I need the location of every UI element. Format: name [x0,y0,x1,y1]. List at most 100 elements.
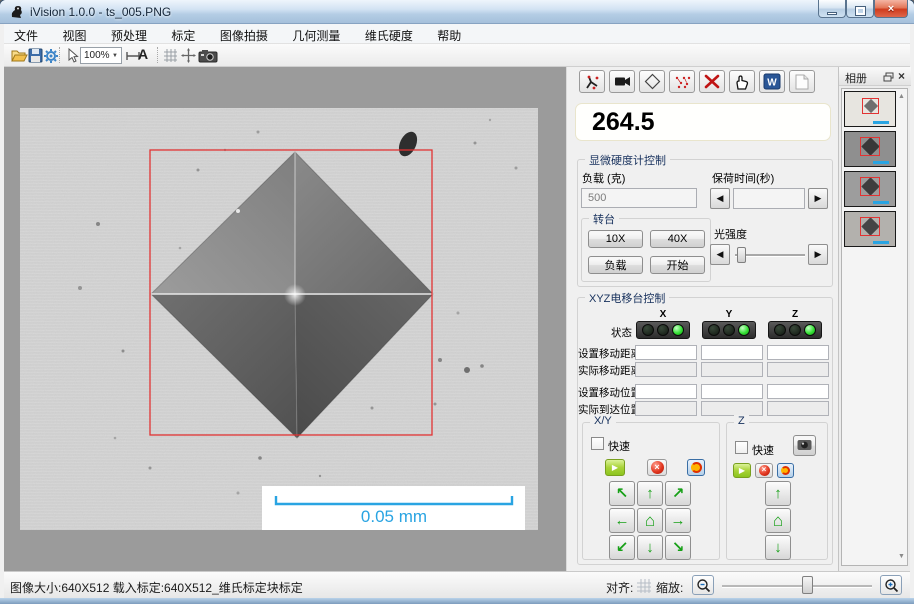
app-window: iVision 1.0.0 - ts_005.PNG × 文件 视图 预处理 标… [0,0,914,604]
settings-gear-icon[interactable] [42,47,60,64]
xy-move-right-button[interactable]: → [665,508,691,533]
word-doc-icon: W [763,73,781,90]
light-slider-handle[interactable] [737,247,746,263]
points-detect-button[interactable] [669,70,695,93]
z-stop-button[interactable]: × [755,463,773,478]
z-run-button[interactable]: ▶ [733,463,751,478]
set-position-z-field[interactable] [767,384,829,399]
menu-image-capture[interactable]: 图像拍摄 [210,24,278,44]
grid-toggle-icon[interactable] [161,47,179,64]
close-button[interactable]: × [874,0,908,18]
album-title: 相册 [845,70,867,86]
hold-time-increase-button[interactable]: ▶ [808,188,828,209]
menu-geometry-measure[interactable]: 几何测量 [282,24,350,44]
xy-stop-button[interactable]: × [647,459,667,476]
load-button[interactable]: 负载 [588,256,643,274]
menu-help[interactable]: 帮助 [427,24,471,44]
turret-group-title: 转台 [589,211,619,227]
scroll-up-icon[interactable]: ▲ [898,93,905,100]
export-report-button[interactable]: W [759,70,785,93]
focus-camera-icon [797,438,812,451]
crosshair-icon[interactable] [179,47,197,64]
canvas-zoom-slider-handle[interactable] [802,576,813,594]
z-move-down-button[interactable]: ↓ [765,535,791,560]
auto-measure-button[interactable] [579,70,605,93]
camera-capture-button[interactable] [609,70,635,93]
lamp-off [774,324,786,336]
text-tool-icon[interactable]: A [138,46,148,62]
objective-10x-button[interactable]: 10X [588,230,643,248]
zoom-in-button[interactable] [880,575,902,595]
album-thumbnail[interactable] [844,171,896,207]
y-axis-status-light [702,321,756,339]
menu-calibration[interactable]: 标定 [161,24,205,44]
magnifier-minus-icon [696,578,711,593]
xy-reset-button[interactable] [687,459,705,476]
turret-group: 转台 10X 40X 负载 开始 [581,218,711,282]
hold-time-input[interactable] [733,188,805,209]
xy-move-up-left-button[interactable]: ↖ [609,481,635,506]
close-icon: × [875,1,907,17]
minimize-button[interactable] [818,0,846,18]
album-thumbnail[interactable] [844,131,896,167]
right-triangle-icon: ▶ [815,249,822,259]
light-decrease-button[interactable]: ◀ [710,244,730,265]
z-move-up-button[interactable]: ↑ [765,481,791,506]
z-focus-camera-button[interactable] [793,435,816,456]
set-distance-z-field[interactable] [767,345,829,360]
canvas-zoom-slider-track[interactable] [722,585,872,588]
menu-file[interactable]: 文件 [4,24,48,44]
maximize-icon [856,7,865,15]
z-home-button[interactable]: ⌂ [765,508,791,533]
menu-view[interactable]: 视图 [52,24,96,44]
hand-icon [734,74,750,90]
album-close-icon[interactable]: × [898,69,905,83]
float-panel-icon[interactable] [883,72,894,82]
delete-measure-button[interactable] [699,70,725,93]
z-reset-button[interactable] [777,463,794,478]
hold-time-decrease-button[interactable]: ◀ [710,188,730,209]
zoom-out-button[interactable] [692,575,714,595]
cursor-tool-icon[interactable] [63,47,81,64]
album-panel: 相册 × ▲ ▼ [838,67,910,571]
xy-home-button[interactable]: ⌂ [637,508,663,533]
xy-move-left-button[interactable]: ← [609,508,635,533]
align-grid-icon[interactable] [636,578,652,594]
xy-run-button[interactable]: ▶ [605,459,625,476]
set-position-y-field[interactable] [701,384,763,399]
z-fast-checkbox[interactable] [735,441,748,454]
pan-tool-button[interactable] [729,70,755,93]
points-icon [674,74,691,89]
scroll-down-icon[interactable]: ▼ [898,553,905,560]
new-document-button[interactable] [789,70,815,93]
diamond-select-button[interactable] [639,70,665,93]
zoom-level-select[interactable]: 100% ▼ [80,47,122,64]
actual-position-x-field [635,401,697,416]
image-canvas[interactable]: 0.05 mm [4,67,566,571]
set-position-x-field[interactable] [635,384,697,399]
xy-move-down-right-button[interactable]: ↘ [665,535,691,560]
set-distance-y-field[interactable] [701,345,763,360]
album-thumbnail[interactable] [844,211,896,247]
set-distance-x-field[interactable] [635,345,697,360]
album-thumbnail[interactable] [844,91,896,127]
start-button[interactable]: 开始 [650,256,705,274]
maximize-button[interactable] [846,0,874,18]
load-input[interactable] [581,188,697,208]
z-fast-label: 快速 [752,442,774,458]
xy-move-down-button[interactable]: ↓ [637,535,663,560]
stage-group-title: XYZ电移台控制 [585,290,669,306]
main-toolbar: 100% ▼ A [4,44,910,67]
menu-vickers-hardness[interactable]: 维氏硬度 [355,24,423,44]
light-increase-button[interactable]: ▶ [808,244,828,265]
title-bar[interactable]: iVision 1.0.0 - ts_005.PNG × [0,0,914,24]
objective-40x-button[interactable]: 40X [650,230,705,248]
set-position-label: 设置移动位置 [578,385,632,400]
xy-move-down-left-button[interactable]: ↙ [609,535,635,560]
xy-move-up-button[interactable]: ↑ [637,481,663,506]
diamond-icon [644,73,661,90]
xy-move-up-right-button[interactable]: ↗ [665,481,691,506]
capture-camera-icon[interactable] [197,47,219,64]
menu-preprocess[interactable]: 预处理 [101,24,157,44]
xy-fast-checkbox[interactable] [591,437,604,450]
